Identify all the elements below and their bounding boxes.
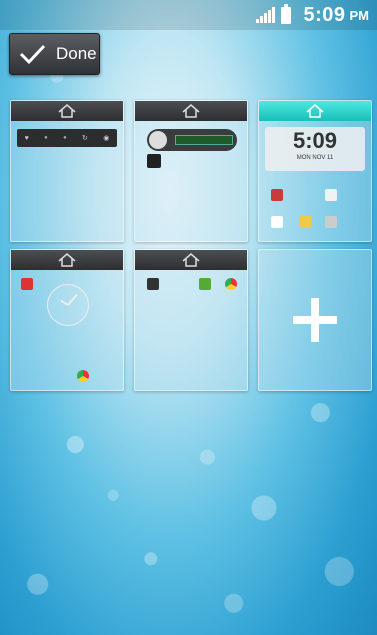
chrome-icon xyxy=(77,370,89,382)
panel-header-home[interactable] xyxy=(259,101,371,121)
done-button[interactable]: Done xyxy=(9,33,100,75)
panel-body xyxy=(135,270,247,390)
plus-icon xyxy=(293,298,337,342)
clock-widget: 5:09 MON NOV 11 xyxy=(265,127,365,171)
task-manager-widget xyxy=(147,129,237,151)
play-store-icon xyxy=(271,216,283,228)
sync-icon: ↻ xyxy=(82,135,88,142)
home-screen-panel-4[interactable] xyxy=(10,249,124,391)
calendar-icon xyxy=(325,189,337,201)
camera-icon xyxy=(325,216,337,228)
analog-clock-widget xyxy=(47,284,89,326)
home-icon xyxy=(58,253,76,267)
status-ampm: PM xyxy=(349,7,370,23)
status-bar: 5:09 PM xyxy=(0,0,377,30)
home-icon xyxy=(306,104,324,118)
panel-body: ♥ ● ● ↻ ◉ xyxy=(11,121,123,241)
app-icon xyxy=(21,278,33,290)
home-screen-panel-2[interactable] xyxy=(134,100,248,242)
add-home-screen-panel[interactable] xyxy=(258,249,372,391)
checkmark-icon xyxy=(19,44,46,65)
battery-icon xyxy=(281,3,292,24)
home-icon xyxy=(182,253,200,267)
signal-icon xyxy=(256,7,276,23)
bluetooth-icon: ● xyxy=(63,135,67,141)
app-icon-small xyxy=(147,154,161,168)
heart-icon: ♥ xyxy=(24,134,29,142)
email-icon xyxy=(299,216,311,228)
done-label: Done xyxy=(56,44,97,63)
panel-body xyxy=(135,121,247,241)
download-icon xyxy=(199,278,211,290)
panel-header[interactable] xyxy=(135,101,247,121)
power-control-widget: ♥ ● ● ↻ ◉ xyxy=(17,129,117,147)
panel-body: 5:09 MON NOV 11 xyxy=(259,121,371,241)
panel-body xyxy=(11,270,123,390)
home-icon xyxy=(58,104,76,118)
home-screen-panel-5[interactable] xyxy=(134,249,248,391)
app-icon xyxy=(147,278,159,290)
chrome-icon xyxy=(225,278,237,290)
widget-date: MON NOV 11 xyxy=(296,155,334,161)
panel-header[interactable] xyxy=(11,250,123,270)
gauge-icon xyxy=(149,131,167,149)
home-screen-panel-1[interactable]: ♥ ● ● ↻ ◉ xyxy=(10,100,124,242)
widget-time: 5:09 xyxy=(292,128,338,153)
panel-header[interactable] xyxy=(11,101,123,121)
home-screen-panel-3[interactable]: 5:09 MON NOV 11 xyxy=(258,100,372,242)
wifi-icon: ● xyxy=(44,135,48,141)
home-icon xyxy=(182,104,200,118)
status-time: 5:09 xyxy=(303,3,346,26)
app-icon xyxy=(271,189,283,201)
panel-header[interactable] xyxy=(135,250,247,270)
gps-icon: ◉ xyxy=(103,135,110,142)
